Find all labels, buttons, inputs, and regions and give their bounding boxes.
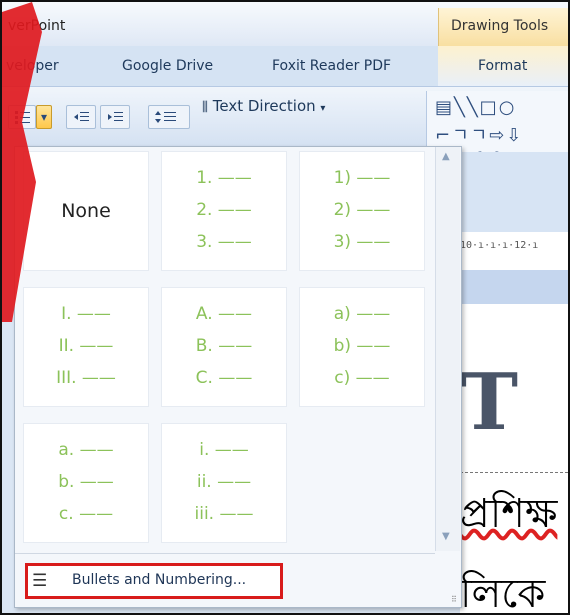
text-box-border (460, 472, 568, 473)
bullets-and-numbering-menu-item[interactable]: ☰ Bullets and Numbering... (25, 563, 283, 599)
list-line: 3) —— (333, 232, 391, 252)
bengali-text-line-1[interactable]: প্রশিক্ষ (460, 482, 557, 549)
none-label: None (61, 200, 111, 222)
decrease-indent-icon (74, 112, 89, 121)
drawing-tools-label: Drawing Tools (451, 18, 549, 34)
numbering-option-alpha-lower-paren[interactable]: a) —— b) —— c) —— (299, 287, 425, 407)
text-direction-button[interactable]: ⫼ Text Direction ▾ (202, 97, 325, 115)
list-line: 1. —— (196, 168, 252, 188)
bengali-text-line-2[interactable]: লিকে (460, 562, 545, 613)
list-line: III. —— (56, 368, 116, 388)
tab-google-drive[interactable]: Google Drive (122, 58, 213, 74)
line-spacing-icon (155, 111, 176, 123)
app-window: verPoint Drawing Tools veloper Google Dr… (0, 0, 570, 615)
list-line: c. —— (58, 504, 114, 524)
list-line: 3. —— (196, 232, 252, 252)
list-line: a) —— (333, 304, 391, 324)
shapes-row-1: ▤╲╲□○ (435, 97, 517, 118)
numbering-gallery-dropdown: None 1. —— 2. —— 3. —— 1) —— 2) —— 3) ——… (14, 146, 462, 608)
drawing-tools-contextual-tab[interactable]: Drawing Tools (438, 8, 568, 46)
resize-grip-icon[interactable]: ⠿ (451, 595, 457, 604)
bullets-and-numbering-label: Bullets and Numbering... (72, 572, 247, 588)
tab-foxit-reader-pdf[interactable]: Foxit Reader PDF (272, 58, 391, 74)
decrease-indent-button[interactable] (66, 105, 96, 129)
ribbon-body: ▾ ⫼ Text Direction ▾ ▤╲╲□○ ⌐ㄱㄱ⇨⇩ ⌒∿{ } (2, 86, 568, 191)
numbering-option-arabic-period[interactable]: 1. —— 2. —— 3. —— (161, 151, 287, 271)
document-area[interactable]: 10·ı·ı·ı·12·ı T প্রশিক্ষ লিকে (460, 152, 568, 613)
numbered-list-icon: ☰ (32, 571, 48, 591)
list-line: iii. —— (194, 504, 254, 524)
list-line: I. —— (61, 304, 111, 324)
list-line: 2. —— (196, 200, 252, 220)
list-line: c) —— (334, 368, 390, 388)
bengali-text-1: প্রশিক্ষ (460, 491, 558, 537)
text-direction-icon: ⫼ (202, 100, 208, 115)
chevron-down-icon: ▾ (320, 103, 326, 114)
red-annotation-mark (2, 2, 42, 322)
slide-letter: T (460, 357, 519, 448)
scroll-up-icon[interactable]: ▲ (442, 151, 450, 162)
ribbon-tabs: veloper Google Drive Foxit Reader PDF Fo… (2, 46, 568, 86)
increase-indent-button[interactable] (100, 105, 130, 129)
numbering-option-alpha-upper[interactable]: A. —— B. —— C. —— (161, 287, 287, 407)
tab-format[interactable]: Format (478, 58, 527, 74)
title-bar: verPoint Drawing Tools (2, 2, 568, 46)
list-line: C. —— (195, 368, 253, 388)
list-line: 2) —— (333, 200, 391, 220)
list-line: i. —— (199, 440, 249, 460)
document-header-band (460, 270, 568, 304)
menu-separator (15, 553, 435, 554)
list-line: ii. —— (196, 472, 252, 492)
numbering-option-roman-lower[interactable]: i. —— ii. —— iii. —— (161, 423, 287, 543)
scroll-down-icon[interactable]: ▼ (442, 531, 450, 542)
list-line: II. —— (58, 336, 114, 356)
list-line: b) —— (333, 336, 391, 356)
increase-indent-icon (108, 112, 123, 121)
numbering-option-arabic-paren[interactable]: 1) —— 2) —— 3) —— (299, 151, 425, 271)
list-line: A. —— (195, 304, 253, 324)
list-line: B. —— (195, 336, 253, 356)
line-spacing-button[interactable] (148, 105, 190, 129)
list-line: a. —— (58, 440, 114, 460)
text-direction-label: Text Direction (212, 97, 316, 115)
document-band (460, 152, 568, 232)
list-line: 1) —— (333, 168, 391, 188)
numbering-option-alpha-lower-period[interactable]: a. —— b. —— c. —— (23, 423, 149, 543)
ruler: 10·ı·ı·ı·12·ı (460, 240, 568, 258)
gallery-scrollbar[interactable]: ▲ ▼ (435, 147, 460, 551)
shapes-row-2: ⌐ㄱㄱ⇨⇩ (435, 125, 524, 146)
list-line: b. —— (58, 472, 114, 492)
